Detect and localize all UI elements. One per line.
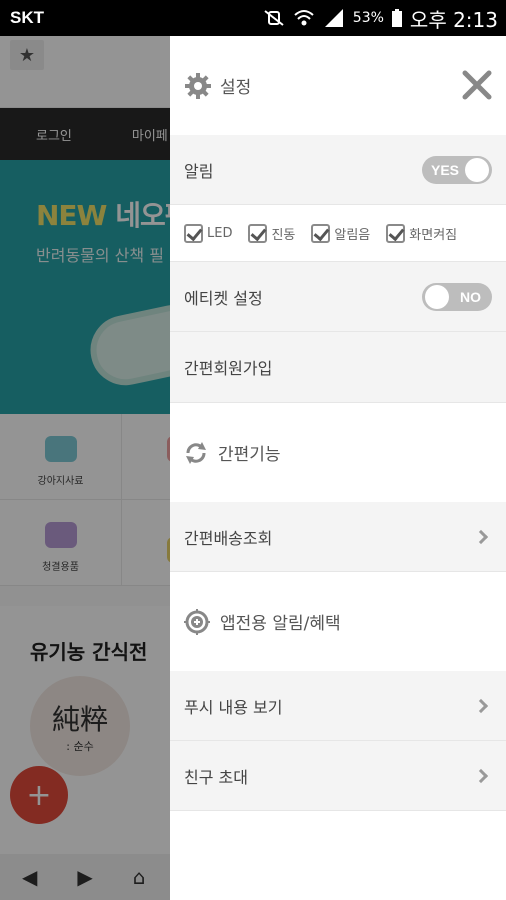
checkbox-icon	[311, 223, 331, 243]
chevron-right-icon	[473, 768, 489, 783]
battery-icon	[391, 9, 402, 27]
app-alerts-title: 앱전용 알림/혜택	[220, 614, 341, 634]
notification-toggle-text: YES	[431, 161, 460, 178]
checkbox-label: 진동	[271, 227, 296, 243]
crosshair-plus-icon	[184, 608, 210, 635]
clock: 오후 2:13	[409, 7, 498, 32]
toggle-knob	[425, 284, 449, 309]
signal-icon	[324, 9, 343, 27]
notification-options: LED 진동 알림음 화면켜짐	[170, 205, 506, 262]
mute-vibrate-icon	[264, 10, 284, 26]
quick-features-header: 간편기능	[170, 403, 506, 502]
checkbox-label: 알림음	[334, 227, 371, 243]
checkbox-label: LED	[207, 225, 233, 241]
invite-friend-row[interactable]: 친구 초대	[170, 741, 506, 811]
checkbox-icon	[248, 223, 268, 243]
close-button[interactable]	[460, 68, 494, 102]
status-icons: 53% 오후 2:13	[263, 4, 498, 33]
drawer-title: 설정	[220, 78, 252, 98]
simple-signup-row[interactable]: 간편회원가입	[170, 332, 506, 403]
settings-drawer: 설정 알림 YES LED 진동 알림음 화면켜짐 에티켓 설정 NO 간편회원…	[170, 36, 506, 900]
checkbox-icon	[184, 223, 203, 243]
battery-percent: 53%	[352, 10, 384, 26]
close-icon	[462, 70, 492, 100]
etiquette-toggle[interactable]: NO	[422, 282, 492, 311]
drawer-header: 설정	[170, 36, 506, 135]
simple-signup-label: 간편회원가입	[184, 359, 273, 378]
checkbox-icon	[386, 223, 406, 243]
chevron-right-icon	[473, 529, 489, 544]
push-view-row[interactable]: 푸시 내용 보기	[170, 671, 506, 741]
checkbox-screen-on[interactable]: 화면켜짐	[386, 223, 458, 243]
push-view-label: 푸시 내용 보기	[184, 697, 283, 717]
checkbox-vibrate[interactable]: 진동	[248, 223, 296, 243]
etiquette-row: 에티켓 설정 NO	[170, 262, 506, 332]
delivery-tracking-label: 간편배송조회	[184, 528, 273, 548]
delivery-tracking-row[interactable]: 간편배송조회	[170, 502, 506, 572]
invite-friend-label: 친구 초대	[184, 767, 248, 787]
notification-row: 알림 YES	[170, 135, 506, 205]
checkbox-sound[interactable]: 알림음	[311, 223, 371, 243]
etiquette-toggle-text: NO	[460, 288, 481, 305]
checkbox-led[interactable]: LED	[184, 223, 233, 243]
etiquette-label: 에티켓 설정	[184, 288, 263, 308]
refresh-icon	[186, 441, 206, 464]
gear-icon	[185, 72, 211, 99]
checkbox-label: 화면켜짐	[409, 227, 458, 243]
status-bar: SKT 53% 오후 2:13	[0, 0, 506, 36]
carrier-label: SKT	[10, 8, 44, 27]
quick-features-title: 간편기능	[218, 445, 281, 465]
notification-toggle[interactable]: YES	[422, 155, 492, 184]
app-alerts-header: 앱전용 알림/혜택	[170, 572, 506, 671]
notification-label: 알림	[184, 161, 214, 181]
wifi-icon	[294, 10, 314, 26]
toggle-knob	[465, 157, 489, 182]
chevron-right-icon	[473, 698, 489, 713]
